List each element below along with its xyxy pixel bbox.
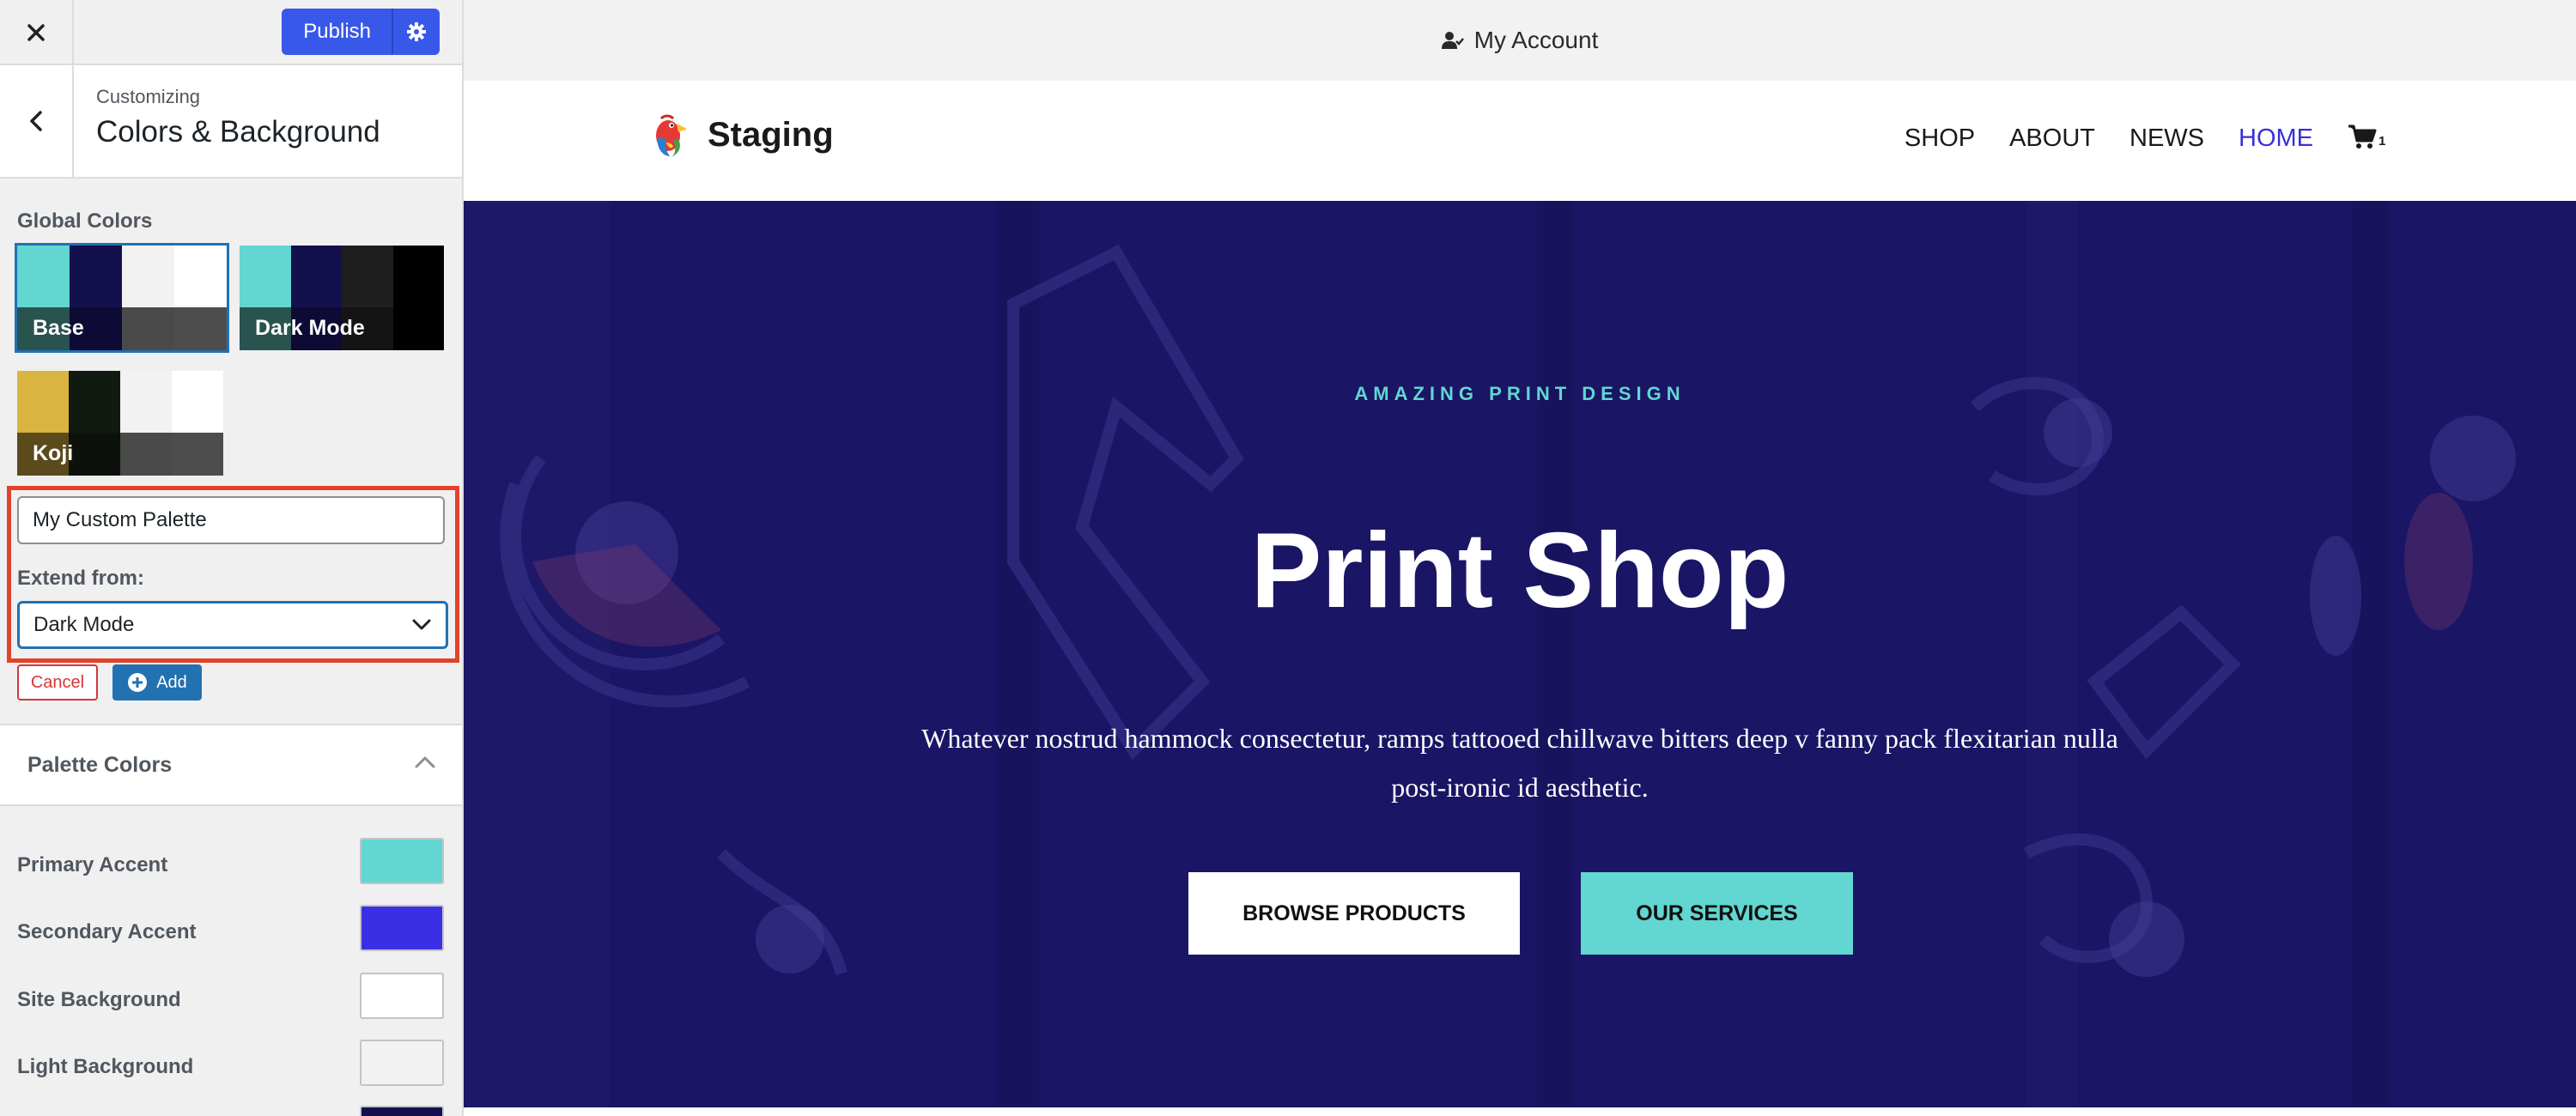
palette-name-bar: Koji — [17, 433, 223, 476]
palette-colors-label: Palette Colors — [27, 753, 173, 777]
color-swatch-button[interactable] — [360, 1040, 444, 1086]
close-icon — [27, 24, 45, 41]
palette-swatch — [174, 246, 227, 307]
site-logo-link[interactable]: Staging — [651, 112, 834, 158]
parrot-logo-icon — [656, 114, 687, 157]
nav-item-shop[interactable]: SHOP — [1905, 124, 1975, 153]
section-header: Customizing Colors & Background — [0, 65, 462, 179]
site-preview: My Account Staging SHOP ABOUT NEWS HOME — [464, 0, 2576, 1116]
publish-button-group: Publish — [282, 9, 440, 55]
hero-description: Whatever nostrud hammock consectetur, ra… — [921, 723, 2118, 803]
my-account-link[interactable]: My Account — [1441, 27, 1599, 54]
plus-circle-icon — [128, 673, 148, 692]
palette-swatch — [290, 246, 342, 307]
section-title: Colors & Background — [96, 115, 380, 149]
back-button[interactable] — [0, 65, 74, 177]
palette-swatch — [17, 246, 70, 307]
browse-products-button[interactable]: BROWSE PRODUCTS — [1188, 872, 1520, 955]
nav-item-about[interactable]: ABOUT — [2009, 124, 2095, 153]
palette-swatch — [240, 246, 291, 307]
palette-colors-toggle[interactable]: Palette Colors — [0, 724, 462, 806]
palette-option-base[interactable]: Base — [15, 243, 229, 353]
palette-name: Base — [33, 316, 84, 340]
cart-count: 1 — [2379, 134, 2386, 149]
my-account-label: My Account — [1473, 27, 1599, 53]
chevron-left-icon — [30, 111, 42, 131]
our-services-button[interactable]: OUR SERVICES — [1581, 872, 1853, 955]
color-swatch-button[interactable] — [360, 838, 444, 884]
extend-from-select[interactable]: Dark Mode — [17, 601, 448, 649]
palette-name: Dark Mode — [255, 316, 365, 340]
palette-name-bar: Base — [17, 307, 227, 350]
site-title: Staging — [708, 115, 834, 154]
global-colors-label: Global Colors — [17, 209, 153, 233]
gear-icon — [407, 22, 426, 41]
palette-swatch — [17, 371, 69, 433]
color-row-light-background: Light Background — [0, 1034, 462, 1101]
hero-background-illustration — [464, 201, 2516, 1107]
palette-swatch — [69, 371, 120, 433]
color-label: Secondary Accent — [17, 920, 197, 943]
color-swatch-button[interactable] — [360, 905, 444, 951]
site-header: Staging SHOP ABOUT NEWS HOME 1 — [464, 81, 2576, 201]
extend-from-value: Dark Mode — [33, 613, 135, 636]
color-row-secondary-accent: Secondary Accent — [0, 900, 462, 967]
color-row-site-background: Site Background — [0, 967, 462, 1034]
color-label: Light Background — [17, 1055, 194, 1078]
customizer-sidebar: Publish Customizing Colors & Background … — [0, 0, 464, 1116]
breadcrumb: Customizing — [96, 86, 201, 107]
chevron-up-icon — [415, 756, 435, 768]
publish-settings-button[interactable] — [392, 9, 440, 55]
add-label: Add — [156, 672, 187, 692]
cancel-button[interactable]: Cancel — [17, 664, 98, 701]
top-bar: My Account — [464, 0, 2576, 81]
nav-item-home[interactable]: HOME — [2239, 124, 2313, 153]
publish-button[interactable]: Publish — [282, 9, 392, 55]
palette-option-koji[interactable]: Koji — [17, 371, 223, 476]
palette-swatch — [172, 371, 223, 433]
custom-palette-name-input[interactable] — [17, 496, 445, 544]
palette-name-bar: Dark Mode — [240, 307, 444, 350]
add-palette-button[interactable]: Add — [112, 664, 202, 701]
hero-section: AMAZING PRINT DESIGN Print Shop Whatever… — [464, 201, 2576, 1107]
color-row-dark-accent — [0, 1101, 462, 1116]
color-swatch-button[interactable] — [360, 973, 444, 1019]
color-swatch-button[interactable] — [360, 1106, 444, 1116]
color-label: Site Background — [17, 988, 181, 1011]
palette-swatch — [70, 246, 122, 307]
palette-option-dark-mode[interactable]: Dark Mode — [240, 246, 444, 350]
chevron-down-icon — [412, 619, 431, 630]
nav-item-news[interactable]: NEWS — [2129, 124, 2204, 153]
palette-swatch — [342, 246, 393, 307]
cart-icon — [2348, 124, 2377, 149]
color-row-primary-accent: Primary Accent — [0, 833, 462, 900]
palette-swatch — [122, 246, 174, 307]
cart-button[interactable]: 1 — [2348, 124, 2385, 154]
hero-title: Print Shop — [1250, 512, 1789, 630]
palette-name: Koji — [33, 441, 74, 465]
preview-footer-edge — [464, 1107, 2576, 1116]
extend-from-label: Extend from: — [17, 567, 145, 590]
user-icon — [1441, 32, 1464, 49]
hero-eyebrow: AMAZING PRINT DESIGN — [1354, 383, 1686, 404]
color-label: Primary Accent — [17, 853, 168, 876]
customizer-topbar: Publish — [0, 0, 462, 65]
primary-nav: SHOP ABOUT NEWS HOME 1 — [1905, 124, 2385, 154]
palette-swatch — [120, 371, 172, 433]
close-customizer-button[interactable] — [0, 0, 74, 65]
palette-swatch — [392, 246, 444, 307]
